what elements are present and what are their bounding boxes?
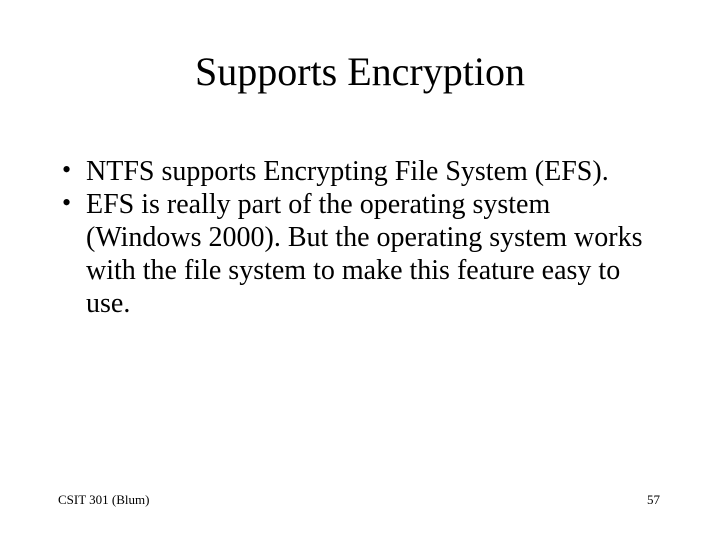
slide: Supports Encryption NTFS supports Encryp… <box>0 0 720 540</box>
bullet-item: EFS is really part of the operating syst… <box>58 188 660 320</box>
slide-title: Supports Encryption <box>0 48 720 95</box>
slide-content: NTFS supports Encrypting File System (EF… <box>58 155 660 320</box>
footer-course: CSIT 301 (Blum) <box>58 492 150 508</box>
footer-page-number: 57 <box>647 492 660 508</box>
bullet-item: NTFS supports Encrypting File System (EF… <box>58 155 660 188</box>
bullet-list: NTFS supports Encrypting File System (EF… <box>58 155 660 320</box>
